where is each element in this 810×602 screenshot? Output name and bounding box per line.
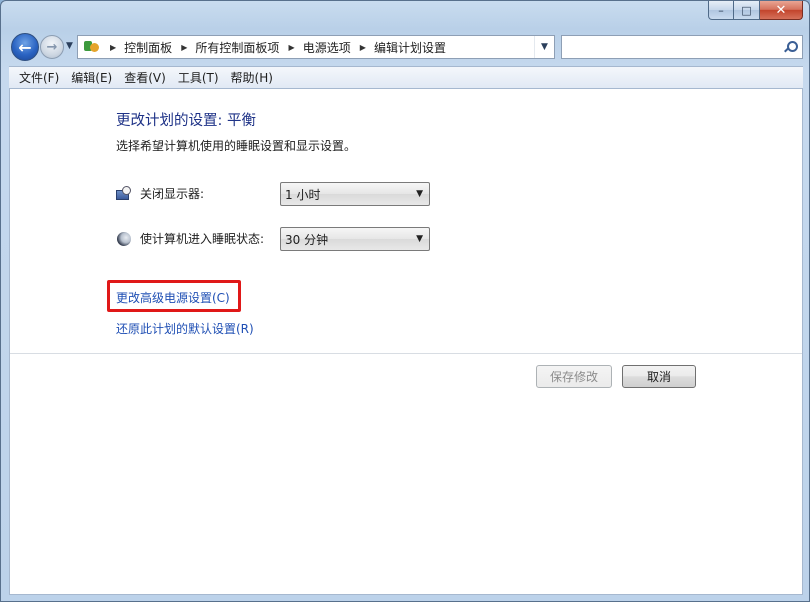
- explorer-window: – □ ✕ ← → ▼ ▶ 控制面板 ▶ 所有控制面板项 ▶ 电源选项 ▶ 编辑…: [0, 0, 810, 602]
- chevron-down-icon: ▼: [416, 234, 423, 244]
- recent-pages-dropdown[interactable]: ▼: [66, 41, 73, 51]
- minimize-button[interactable]: –: [708, 1, 734, 20]
- minimize-icon: –: [718, 3, 724, 17]
- display-off-row: 关闭显示器:: [116, 185, 204, 202]
- menu-edit[interactable]: 编辑(E): [65, 69, 118, 86]
- menu-view[interactable]: 查看(V): [118, 69, 172, 86]
- navigation-bar: ← → ▼ ▶ 控制面板 ▶ 所有控制面板项 ▶ 电源选项 ▶ 编辑计划设置 ▼: [9, 31, 803, 63]
- breadcrumb-item-power-options[interactable]: 电源选项: [303, 39, 351, 56]
- display-off-select[interactable]: 1 小时 ▼: [280, 182, 430, 206]
- display-off-value: 1 小时: [285, 187, 321, 202]
- main-content: 更改计划的设置: 平衡 选择希望计算机使用的睡眠设置和显示设置。 关闭显示器: …: [9, 89, 803, 595]
- chevron-down-icon: ▼: [416, 189, 423, 199]
- page-title: 更改计划的设置: 平衡: [116, 113, 256, 129]
- divider: [10, 353, 802, 354]
- caption-buttons: – □ ✕: [708, 1, 803, 21]
- breadcrumb-arrow-icon[interactable]: ▶: [110, 43, 116, 52]
- menu-help[interactable]: 帮助(H): [225, 69, 279, 86]
- breadcrumb-item-all-items[interactable]: 所有控制面板项: [195, 39, 279, 56]
- save-changes-button[interactable]: 保存修改: [536, 365, 612, 388]
- menu-file[interactable]: 文件(F): [13, 69, 65, 86]
- back-button[interactable]: ←: [11, 33, 39, 61]
- breadcrumb-arrow-icon[interactable]: ▶: [176, 43, 187, 52]
- display-off-label: 关闭显示器:: [140, 187, 205, 201]
- breadcrumb-arrow-icon[interactable]: ▶: [355, 43, 366, 52]
- sleep-label: 使计算机进入睡眠状态:: [140, 232, 265, 246]
- breadcrumb: ▶ 控制面板 ▶ 所有控制面板项 ▶ 电源选项 ▶ 编辑计划设置: [106, 39, 446, 56]
- search-icon[interactable]: [784, 41, 798, 53]
- address-bar[interactable]: ▶ 控制面板 ▶ 所有控制面板项 ▶ 电源选项 ▶ 编辑计划设置 ▼: [77, 35, 555, 59]
- restore-defaults-link[interactable]: 还原此计划的默认设置(R): [116, 320, 254, 337]
- close-icon: ✕: [775, 2, 787, 18]
- breadcrumb-arrow-icon[interactable]: ▶: [283, 43, 295, 52]
- close-button[interactable]: ✕: [760, 1, 803, 20]
- moon-icon: [116, 231, 132, 247]
- control-panel-icon: [82, 39, 100, 55]
- address-dropdown-icon[interactable]: ▼: [534, 36, 554, 58]
- forward-arrow-icon: →: [46, 39, 58, 55]
- search-input[interactable]: [561, 35, 803, 59]
- sleep-row: 使计算机进入睡眠状态:: [116, 230, 264, 247]
- cancel-button[interactable]: 取消: [622, 365, 696, 388]
- sleep-value: 30 分钟: [285, 232, 329, 247]
- menu-tools[interactable]: 工具(T): [172, 69, 225, 86]
- breadcrumb-item-control-panel[interactable]: 控制面板: [124, 39, 172, 56]
- advanced-settings-link[interactable]: 更改高级电源设置(C): [116, 289, 230, 306]
- monitor-clock-icon: [116, 185, 132, 202]
- maximize-icon: □: [741, 3, 752, 17]
- breadcrumb-item-edit-plan[interactable]: 编辑计划设置: [374, 39, 446, 56]
- forward-button[interactable]: →: [40, 35, 64, 59]
- menu-bar: 文件(F) 编辑(E) 查看(V) 工具(T) 帮助(H): [9, 66, 803, 89]
- maximize-button[interactable]: □: [734, 1, 760, 20]
- page-subtitle: 选择希望计算机使用的睡眠设置和显示设置。: [116, 139, 357, 153]
- sleep-select[interactable]: 30 分钟 ▼: [280, 227, 430, 251]
- back-arrow-icon: ←: [18, 37, 32, 57]
